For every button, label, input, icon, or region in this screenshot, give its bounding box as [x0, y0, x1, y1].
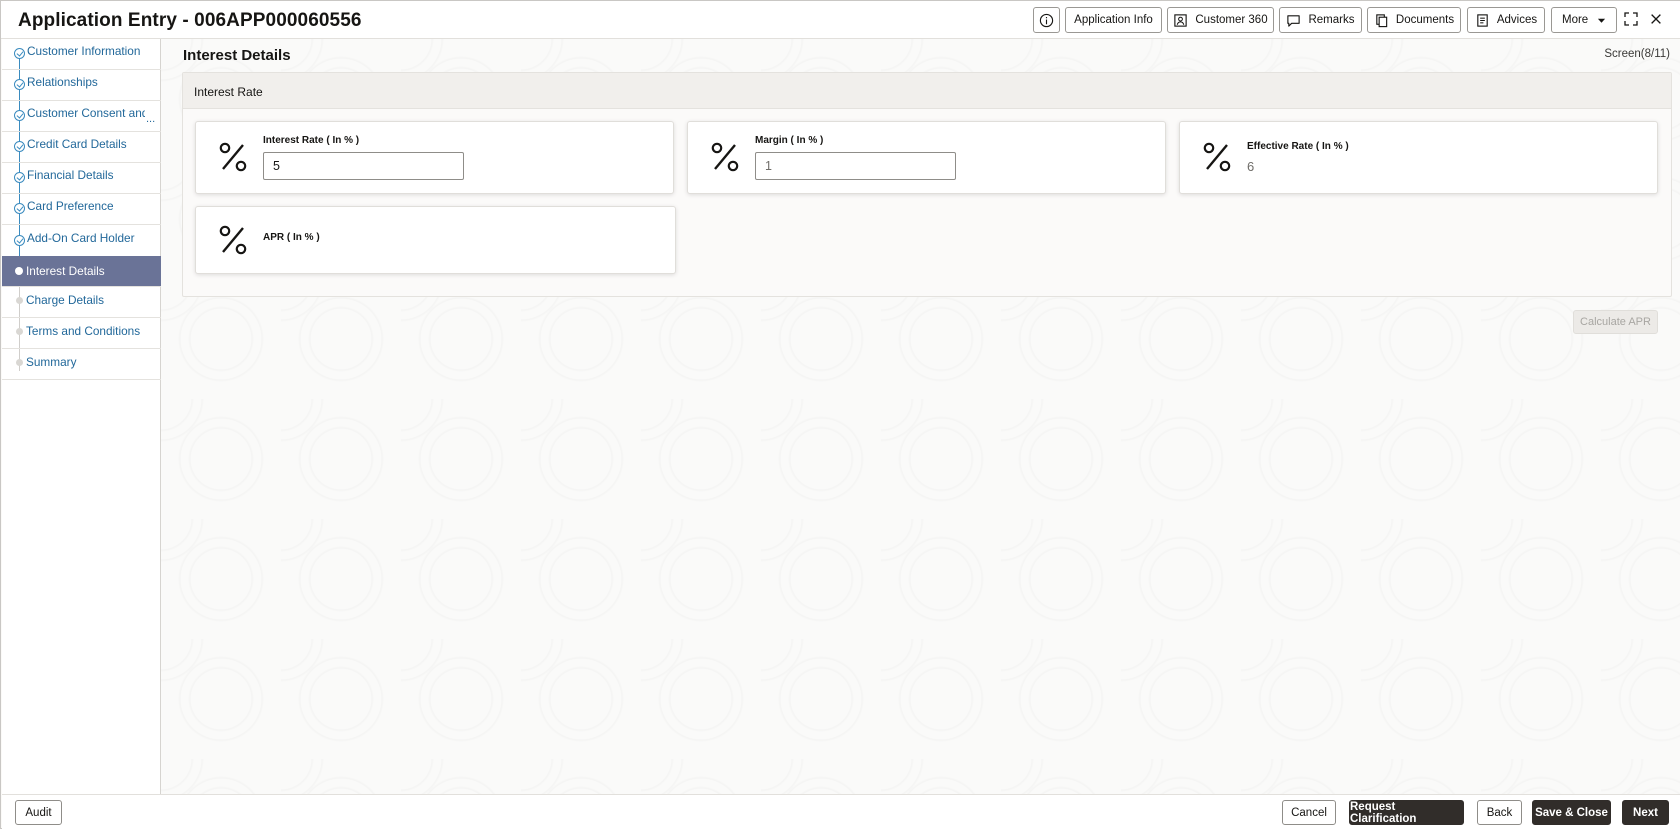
sidebar-item-label: Credit Card Details: [27, 137, 127, 151]
next-button[interactable]: Next: [1622, 800, 1669, 825]
maximize-button[interactable]: [1621, 9, 1641, 29]
advices-button[interactable]: Advices: [1467, 7, 1545, 33]
effective-rate-value: 6: [1247, 159, 1255, 174]
main-content: Interest Details Screen(8/11) Interest R…: [161, 39, 1680, 794]
sidebar-item-terms-and-conditions[interactable]: Terms and Conditions: [2, 318, 161, 349]
percent-icon: [219, 225, 247, 255]
interest-rate-label: Interest Rate ( In % ): [263, 135, 360, 146]
sidebar-item-label: Add-On Card Holder: [27, 231, 135, 245]
percent-icon: [711, 142, 739, 172]
interest-rate-input[interactable]: [263, 152, 464, 180]
train-stop-sidebar: Customer Information Relationships Custo…: [2, 39, 161, 794]
remarks-label: Remarks: [1308, 14, 1355, 26]
percent-icon: [219, 142, 247, 172]
section-header: Interest Rate: [183, 73, 1671, 109]
sidebar-item-label: Card Preference: [27, 199, 114, 213]
calculate-apr-button[interactable]: Calculate APR: [1573, 310, 1658, 334]
remarks-button[interactable]: Remarks: [1279, 7, 1362, 33]
margin-input[interactable]: [755, 152, 956, 180]
close-window-button[interactable]: [1646, 9, 1666, 29]
effective-rate-card: Effective Rate ( In % ) 6: [1179, 121, 1658, 194]
footer-bar: Audit Cancel Request Clarification Back …: [2, 794, 1680, 829]
info-icon: [1039, 13, 1054, 27]
user-card-icon: [1174, 13, 1188, 27]
apr-card: APR ( In % ): [195, 206, 676, 274]
screen-indicator: Screen(8/11): [1604, 48, 1670, 60]
margin-card: Margin ( In % ): [687, 121, 1166, 194]
margin-label: Margin ( In % ): [755, 135, 824, 146]
truncation-ellipsis: ...: [146, 113, 156, 125]
current-step-dot: [15, 267, 23, 275]
interest-rate-section: Interest Rate Interest Rate ( In % ) Mar…: [182, 72, 1672, 297]
sidebar-item-label: Charge Details: [26, 293, 105, 307]
sidebar-item-relationships[interactable]: Relationships: [2, 70, 161, 101]
save-and-close-button[interactable]: Save & Close: [1532, 800, 1611, 825]
check-circle-icon: [14, 203, 25, 214]
close-icon: [1651, 14, 1661, 24]
check-circle-icon: [14, 172, 25, 183]
apr-label: APR ( In % ): [263, 232, 320, 243]
sidebar-item-label: Customer Information: [27, 44, 141, 58]
application-info-label: Application Info: [1074, 14, 1153, 26]
maximize-icon: [1624, 12, 1638, 26]
sidebar-item-customer-information[interactable]: Customer Information: [2, 39, 161, 70]
request-clarification-button[interactable]: Request Clarification: [1349, 800, 1464, 825]
effective-rate-label: Effective Rate ( In % ): [1247, 141, 1349, 152]
pending-step-dot: [16, 359, 23, 366]
documents-icon: [1376, 13, 1388, 27]
sidebar-item-label: Customer Consent and: [27, 106, 145, 120]
customer-360-label: Customer 360: [1195, 14, 1268, 26]
sidebar-item-add-on-card-holder[interactable]: Add-On Card Holder: [2, 225, 161, 258]
documents-label: Documents: [1395, 14, 1455, 26]
page-header-title: Application Entry - 006APP000060556: [18, 10, 362, 31]
interest-rate-card: Interest Rate ( In % ): [195, 121, 674, 194]
sidebar-item-label: Terms and Conditions: [26, 324, 141, 338]
info-button[interactable]: [1033, 7, 1060, 33]
check-circle-icon: [14, 141, 25, 152]
more-menu-button[interactable]: More: [1551, 7, 1617, 33]
advices-icon: [1477, 13, 1488, 27]
application-window: Application Entry - 006APP000060556 Appl…: [0, 0, 1680, 829]
sidebar-item-label: Financial Details: [27, 168, 114, 182]
percent-icon: [1203, 142, 1231, 172]
documents-button[interactable]: Documents: [1367, 7, 1461, 33]
check-circle-icon: [14, 48, 25, 59]
pending-step-dot: [16, 297, 23, 304]
cancel-button[interactable]: Cancel: [1282, 800, 1336, 825]
sidebar-item-financial-details[interactable]: Financial Details: [2, 163, 161, 194]
sidebar-item-card-preference[interactable]: Card Preference: [2, 194, 161, 225]
sidebar-item-customer-consent[interactable]: Customer Consent and ...: [2, 101, 161, 132]
caret-down-icon: [1597, 18, 1606, 23]
comment-icon: [1287, 14, 1301, 27]
check-circle-icon: [14, 110, 25, 121]
application-info-button[interactable]: Application Info: [1065, 7, 1162, 33]
header-bar: Application Entry - 006APP000060556 Appl…: [1, 1, 1680, 39]
sidebar-item-charge-details[interactable]: Charge Details: [2, 287, 161, 318]
sidebar-item-label: Relationships: [27, 75, 98, 89]
customer-360-button[interactable]: Customer 360: [1167, 7, 1274, 33]
sidebar-item-credit-card-details[interactable]: Credit Card Details: [2, 132, 161, 163]
check-circle-icon: [14, 79, 25, 90]
sidebar-item-interest-details[interactable]: Interest Details: [2, 256, 161, 287]
sidebar-item-label: Summary: [26, 355, 77, 369]
sidebar-item-label: Interest Details: [26, 264, 105, 278]
back-button[interactable]: Back: [1477, 800, 1522, 825]
page-title: Interest Details: [183, 47, 291, 64]
more-label: More: [1562, 14, 1589, 26]
advices-label: Advices: [1496, 14, 1538, 26]
pending-step-dot: [16, 328, 23, 335]
check-circle-icon: [14, 235, 25, 246]
sidebar-item-summary[interactable]: Summary: [2, 349, 161, 380]
section-title: Interest Rate: [194, 85, 263, 99]
audit-button[interactable]: Audit: [15, 800, 62, 825]
